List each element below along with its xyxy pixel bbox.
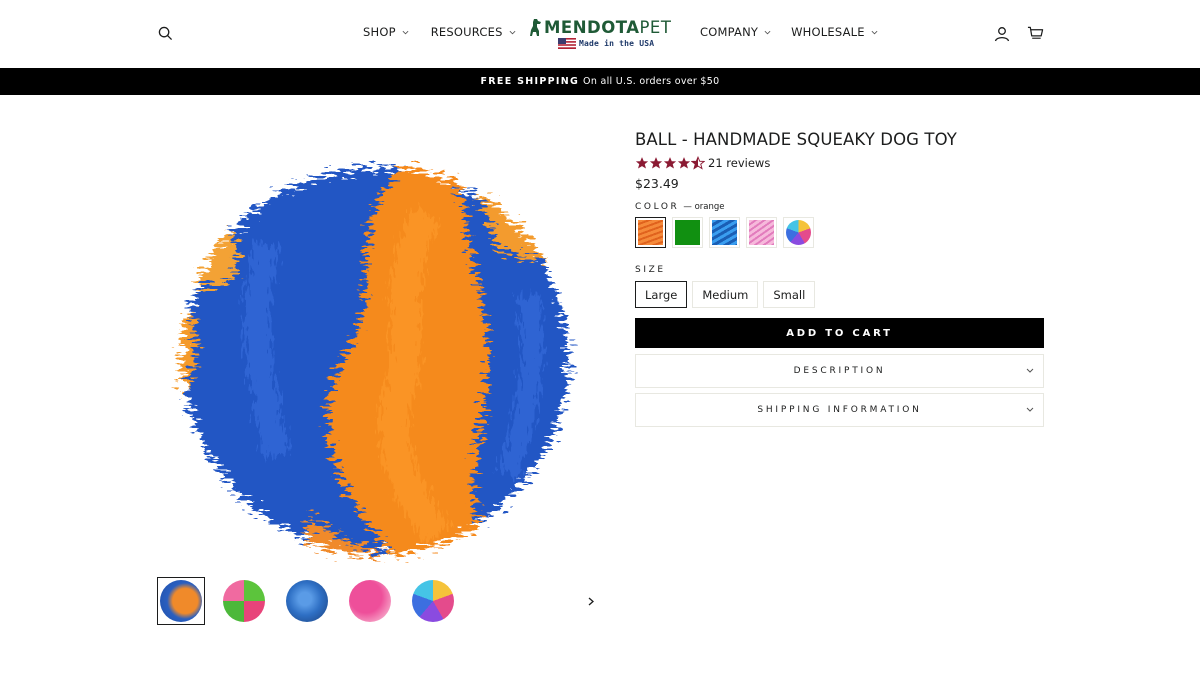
size-label-row: SIZE (635, 265, 1044, 275)
chevron-down-icon (1026, 368, 1034, 373)
swatch-multicolor[interactable] (783, 217, 814, 248)
swatch-image (786, 220, 811, 245)
swatch-image (712, 220, 737, 245)
thumbnail[interactable] (157, 577, 205, 625)
account-button[interactable] (992, 24, 1012, 44)
thumbnail-next-button[interactable] (584, 593, 598, 609)
accordion-description[interactable]: DESCRIPTION (635, 354, 1044, 388)
chevron-down-icon (402, 30, 409, 35)
chevron-down-icon (871, 30, 878, 35)
color-selected-value: — orange (683, 202, 725, 212)
product-price: $23.49 (635, 176, 679, 191)
star-icon (677, 157, 691, 169)
color-swatches (635, 217, 1044, 248)
star-icon (649, 157, 663, 169)
accordion-shipping-information[interactable]: SHIPPING INFORMATION (635, 393, 1044, 427)
us-flag-icon (558, 38, 576, 49)
announcement-strong: FREE SHIPPING (480, 76, 580, 87)
nav-item-company[interactable]: COMPANY (700, 25, 771, 39)
fuzzy-ball-image (181, 165, 568, 555)
color-label-row: COLOR — orange (635, 202, 1044, 212)
swatch-green[interactable] (672, 217, 703, 248)
thumbnail-image (223, 580, 265, 622)
thumbnail-image (160, 580, 202, 622)
account-icon (994, 27, 1010, 42)
chevron-down-icon (1026, 407, 1034, 412)
star-icon (663, 157, 677, 169)
swatch-image (638, 220, 663, 245)
thumbnail-strip (157, 577, 457, 625)
logo-brand-light: PET (639, 18, 672, 37)
star-icon (635, 157, 649, 169)
nav-label: COMPANY (700, 25, 759, 39)
swatch-image (749, 220, 774, 245)
size-option-small[interactable]: Small (763, 281, 816, 308)
nav-item-resources[interactable]: RESOURCES (431, 25, 516, 39)
chevron-right-icon (588, 597, 594, 605)
announcement-text: On all U.S. orders over $50 (583, 76, 720, 87)
nav-left: SHOP RESOURCES (363, 25, 516, 39)
search-icon (158, 26, 172, 40)
reviews-count: 21 reviews (708, 156, 771, 170)
announcement-bar: FREE SHIPPING On all U.S. orders over $5… (0, 68, 1200, 95)
size-option-large[interactable]: Large (635, 281, 688, 308)
thumbnail-image (349, 580, 391, 622)
swatch-pink[interactable] (746, 217, 777, 248)
site-header: SHOP RESOURCES MENDOTA PET Made in the US… (0, 0, 1200, 68)
star-half-icon (691, 156, 705, 170)
rating-stars (635, 156, 705, 170)
accordion-label: SHIPPING INFORMATION (757, 405, 922, 415)
thumbnail-image (286, 580, 328, 622)
accordion-label: DESCRIPTION (793, 366, 886, 376)
nav-label: RESOURCES (430, 25, 503, 39)
cart-icon (1027, 26, 1043, 39)
logo-brand-bold: MENDOTA (544, 18, 640, 37)
add-to-cart-button[interactable]: ADD TO CART (635, 318, 1044, 348)
color-label: COLOR (635, 202, 680, 212)
product-info: BALL - HANDMADE SQUEAKY DOG TOY 21 revie… (635, 130, 1044, 427)
thumbnail[interactable] (283, 577, 331, 625)
swatch-blue[interactable] (709, 217, 740, 248)
product-rating[interactable]: 21 reviews (635, 156, 1044, 170)
size-option-medium[interactable]: Medium (692, 281, 759, 308)
chevron-down-icon (509, 30, 516, 35)
brand-logo[interactable]: MENDOTA PET Made in the USA (528, 17, 674, 51)
nav-label: WHOLESALE (791, 25, 865, 39)
nav-label: SHOP (363, 25, 396, 39)
swatch-orange[interactable] (635, 217, 666, 248)
search-button[interactable] (154, 22, 176, 44)
cart-button[interactable] (1024, 23, 1046, 43)
thumbnail-image (412, 580, 454, 622)
thumbnail[interactable] (409, 577, 457, 625)
size-options: Large Medium Small (635, 281, 1044, 308)
nav-right: COMPANY WHOLESALE (700, 25, 878, 39)
main-product-image[interactable] (158, 155, 593, 565)
logo-tagline: Made in the USA (579, 39, 655, 48)
thumbnail[interactable] (346, 577, 394, 625)
nav-item-wholesale[interactable]: WHOLESALE (791, 25, 878, 39)
thumbnail[interactable] (220, 577, 268, 625)
dog-silhouette-icon (530, 19, 541, 36)
chevron-down-icon (764, 30, 771, 35)
nav-item-shop[interactable]: SHOP (363, 25, 409, 39)
product-title: BALL - HANDMADE SQUEAKY DOG TOY (635, 130, 957, 149)
swatch-image (675, 220, 700, 245)
size-label: SIZE (635, 265, 666, 275)
